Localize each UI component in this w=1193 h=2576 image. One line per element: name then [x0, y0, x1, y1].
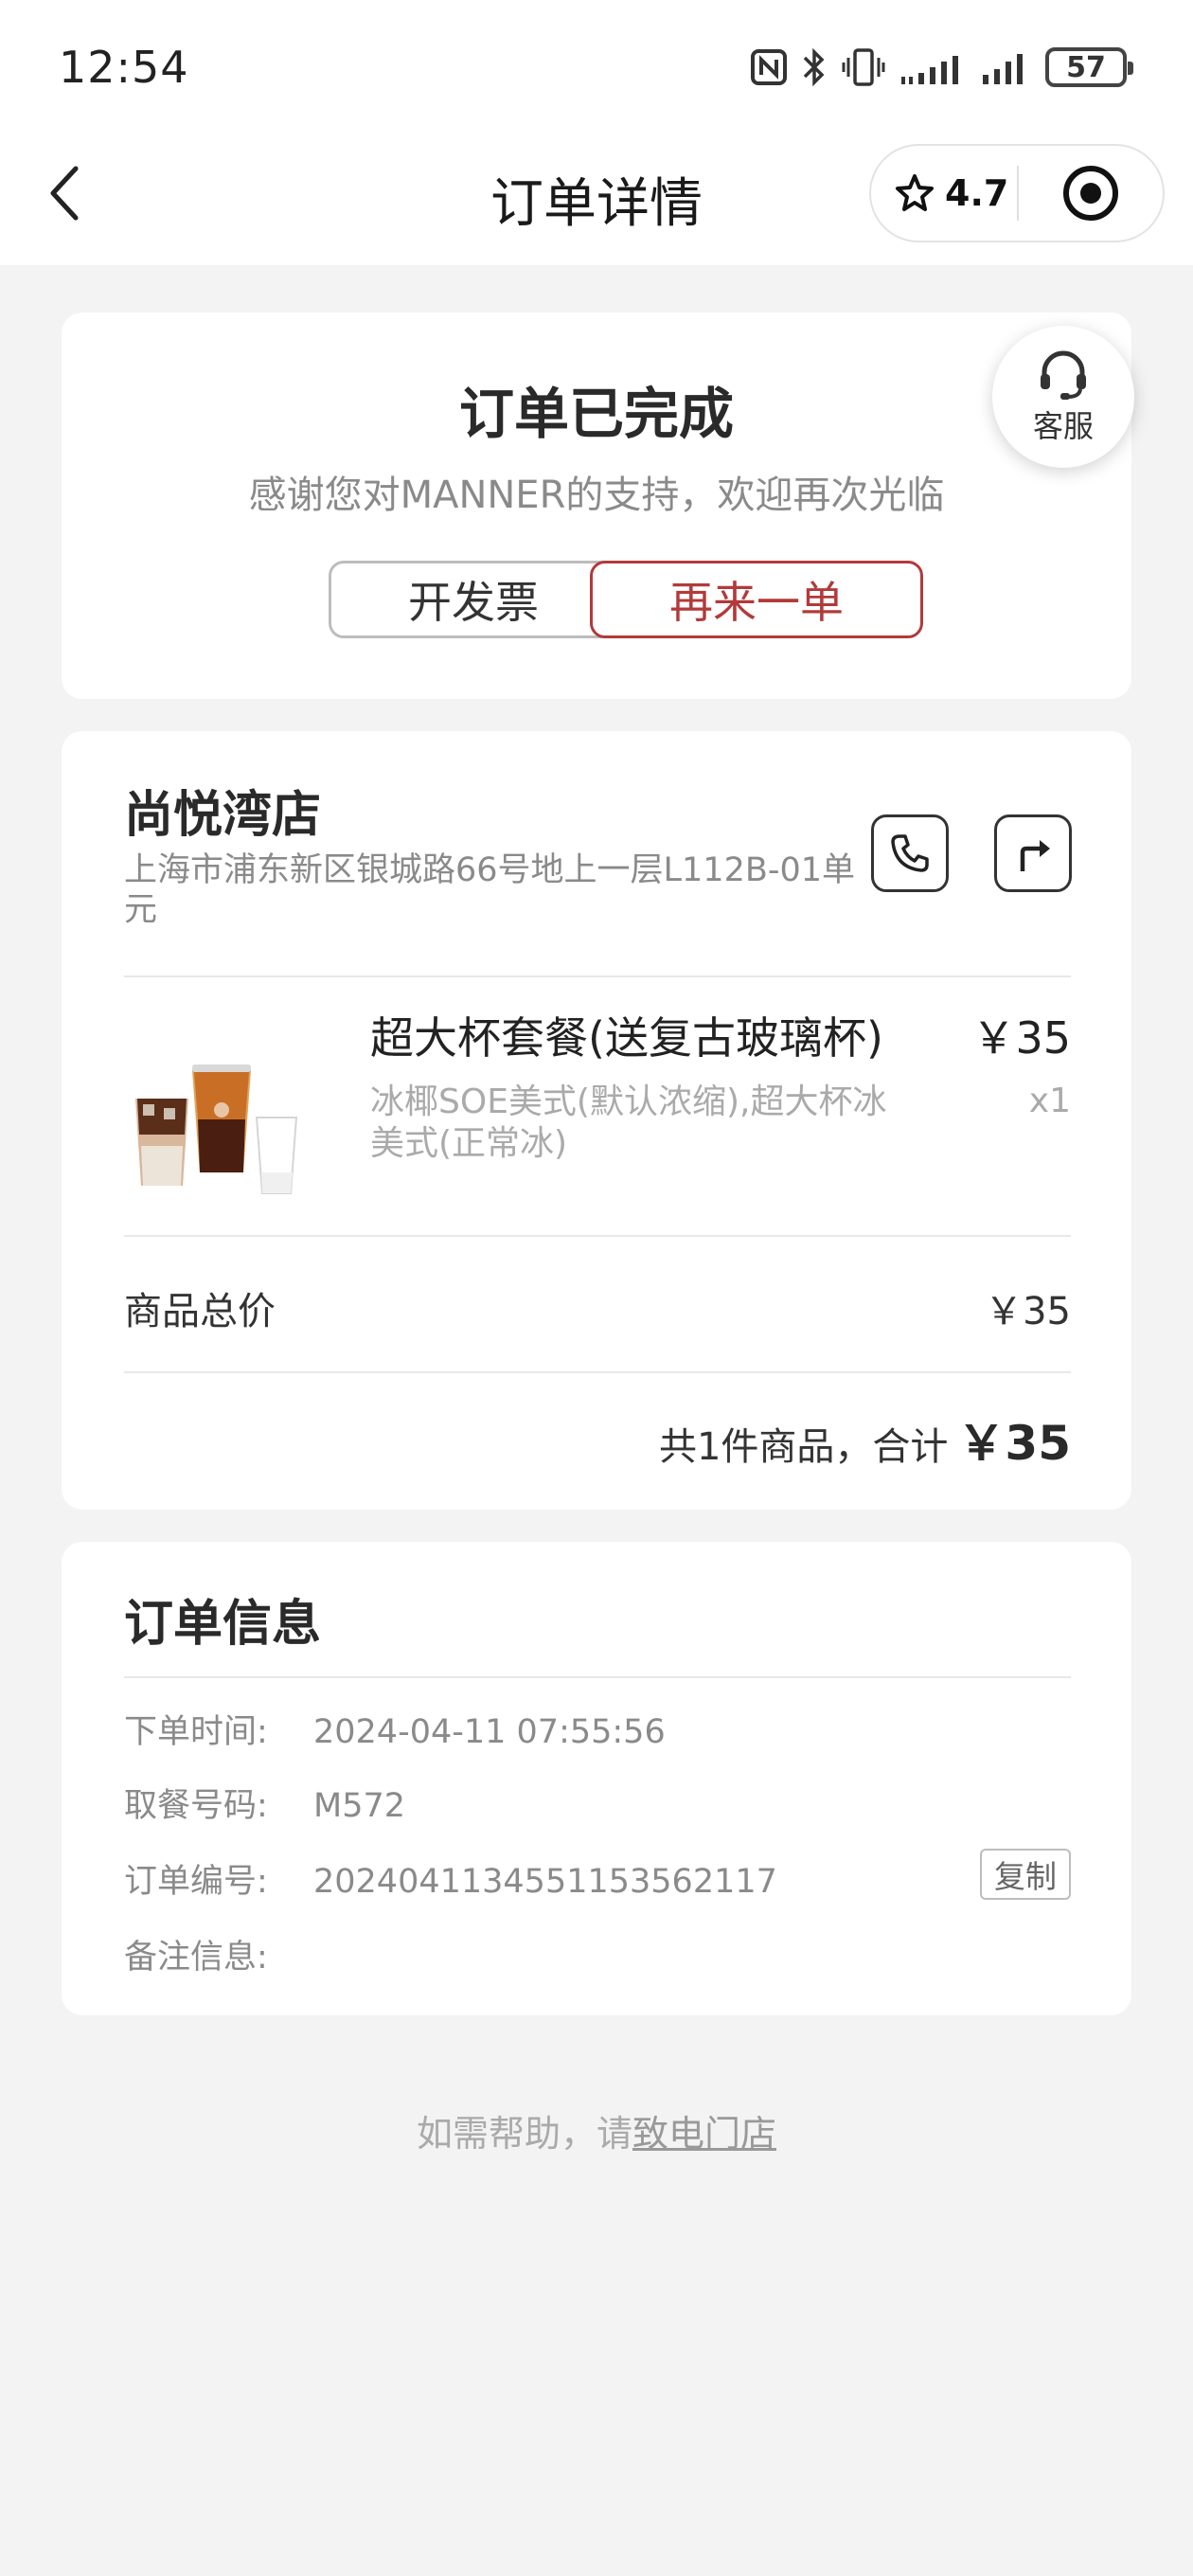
- miniprogram-capsule: 4.7: [869, 144, 1165, 242]
- item-spec: 冰椰SOE美式(默认浓缩),超大杯冰美式(正常冰): [370, 1082, 887, 1163]
- nfc-icon: [751, 49, 787, 85]
- info-row-order-time: 下单时间: 2024-04-11 07:55:56: [124, 1705, 666, 1753]
- info-label: 订单编号:: [124, 1863, 268, 1901]
- divider: [124, 1235, 1071, 1237]
- navigate-button[interactable]: [994, 814, 1072, 892]
- item-price: ￥35: [971, 1012, 1071, 1064]
- call-store-button[interactable]: [871, 814, 949, 892]
- invoice-button[interactable]: 开发票: [329, 561, 618, 638]
- reorder-button[interactable]: 再来一单: [590, 561, 923, 638]
- info-value: 2024-04-11 07:55:56: [313, 1713, 666, 1751]
- directions-icon: [1020, 840, 1050, 871]
- product-image: [135, 1064, 298, 1194]
- store-order-card: 尚悦湾店 上海市浦东新区银城路66号地上一层L112B-01单元 超大杯套餐(送…: [62, 731, 1131, 1510]
- store-name: 尚悦湾店: [124, 787, 322, 844]
- store-address: 上海市浦东新区银城路66号地上一层L112B-01单元: [124, 851, 856, 929]
- order-info-card: 订单信息 下单时间: 2024-04-11 07:55:56 取餐号码: M572 …: [62, 1542, 1131, 2015]
- headset-icon: [1041, 350, 1086, 400]
- info-label: 备注信息:: [124, 1939, 268, 1977]
- help-prefix: 如需帮助，请: [416, 2113, 632, 2155]
- divider: [124, 1371, 1071, 1373]
- target-icon: [1063, 166, 1118, 221]
- bluetooth-icon: [803, 47, 825, 87]
- customer-service-button[interactable]: 客服: [992, 326, 1134, 468]
- summary-text: 共1件商品，合计: [658, 1425, 949, 1469]
- item-quantity: x1: [1028, 1082, 1071, 1120]
- item-name: 超大杯套餐(送复古玻璃杯): [370, 1012, 883, 1064]
- phone-icon: [891, 834, 929, 872]
- goods-total-label: 商品总价: [124, 1290, 276, 1333]
- summary-total: ￥35: [957, 1416, 1071, 1471]
- status-time: 12:54: [59, 42, 189, 93]
- order-status-subtitle: 感谢您对MANNER的支持，欢迎再次光临: [248, 474, 945, 517]
- order-status-card: 订单已完成 感谢您对MANNER的支持，欢迎再次光临 开发票 再来一单: [62, 313, 1131, 699]
- help-text: 如需帮助，请致电门店: [0, 2104, 1193, 2156]
- info-label: 下单时间:: [124, 1713, 268, 1751]
- goods-total-value: ￥35: [985, 1290, 1071, 1333]
- info-value: M572: [313, 1787, 406, 1825]
- order-info-title: 订单信息: [124, 1596, 322, 1653]
- customer-service-label: 客服: [1032, 408, 1094, 444]
- order-status-title: 订单已完成: [458, 382, 734, 446]
- close-miniprogram-button[interactable]: [1019, 164, 1163, 223]
- call-store-link[interactable]: 致电门店: [632, 2113, 776, 2155]
- battery-indicator: 57: [1045, 47, 1133, 87]
- status-icons: 57: [750, 44, 1133, 91]
- info-value: 20240411345511535621​17: [313, 1863, 777, 1901]
- divider: [124, 975, 1071, 977]
- info-label: 取餐号码:: [124, 1787, 268, 1825]
- divider: [124, 1676, 1071, 1678]
- signal-icon-2: [983, 54, 1023, 84]
- signal-icon-1: [901, 56, 958, 84]
- vibrate-icon: [842, 48, 885, 86]
- info-row-remarks: 备注信息:: [124, 1930, 313, 1978]
- info-row-pickup-code: 取餐号码: M572: [124, 1779, 405, 1827]
- order-summary: 共1件商品，合计 ￥35: [659, 1405, 1071, 1474]
- copy-order-number-button[interactable]: 复制: [980, 1849, 1071, 1900]
- rating-button[interactable]: 4.7: [871, 172, 1017, 214]
- rating-value: 4.7: [945, 172, 1009, 214]
- star-icon: [896, 174, 934, 211]
- info-row-order-number: 订单编号: 20240411345511535621​17: [124, 1854, 777, 1903]
